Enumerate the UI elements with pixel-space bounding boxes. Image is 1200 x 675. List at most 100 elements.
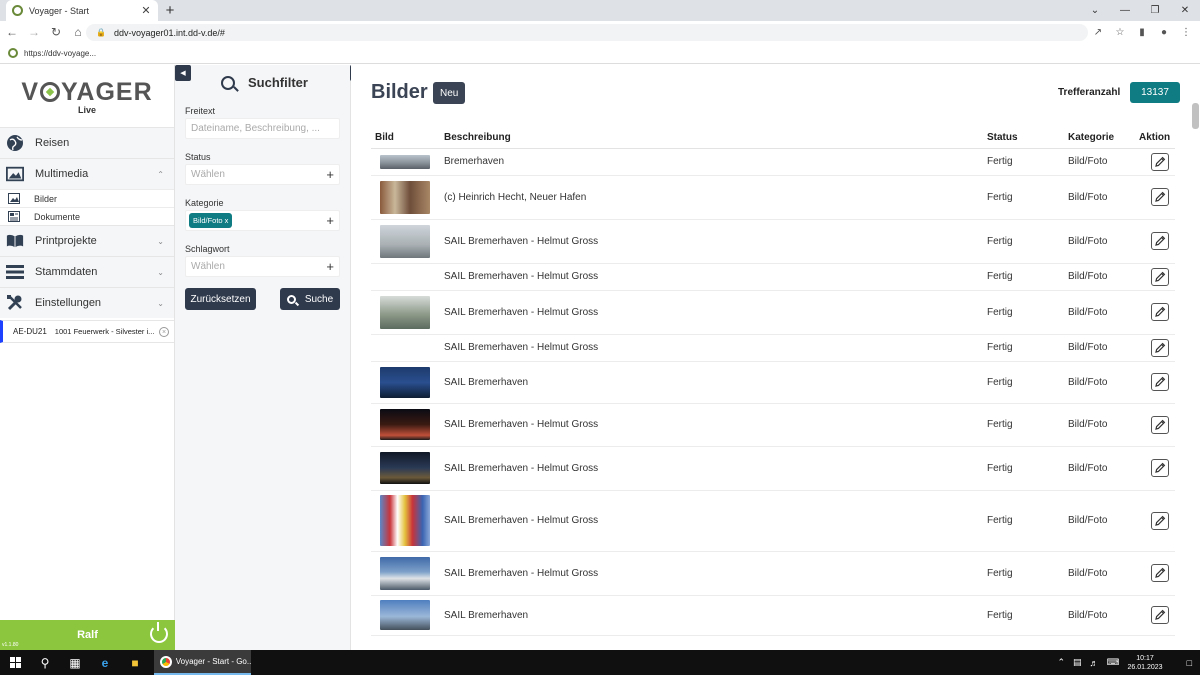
minimize-button[interactable]: — (1110, 0, 1140, 21)
add-icon[interactable]: + (326, 213, 334, 228)
bookmark-star-icon[interactable]: ☆ (1112, 23, 1128, 41)
thumbnail-image[interactable] (380, 556, 430, 590)
table-row[interactable]: SAIL Bremerhaven - Helmut Gross Fertig Bil… (371, 551, 1175, 596)
table-row[interactable]: SAIL Bremerhaven - Helmut Gross Fertig Bil… (371, 263, 1175, 291)
column-header-beschreibung[interactable]: Beschreibung (440, 128, 983, 149)
nav-item-multimedia[interactable]: Multimedia ⌃ (0, 158, 174, 189)
edit-icon[interactable] (1151, 564, 1169, 582)
thumbnail-image[interactable] (380, 495, 430, 546)
forward-icon[interactable]: → (24, 22, 44, 42)
column-header-status[interactable]: Status (983, 128, 1064, 149)
table-row[interactable]: SAIL Bremerhaven - Helmut Gross Fertig Bil… (371, 334, 1175, 362)
edit-icon[interactable] (1151, 232, 1169, 250)
taskbar-chrome-app[interactable]: Voyager - Start - Go... (154, 650, 251, 675)
table-row[interactable]: Bremerhaven Fertig Bild/Foto (371, 148, 1175, 176)
kategorie-select[interactable]: Bild/Foto x + (185, 210, 340, 231)
restore-button[interactable]: ❐ (1140, 0, 1170, 21)
network-icon[interactable]: ▤ (1073, 657, 1082, 668)
edit-icon[interactable] (1151, 152, 1169, 171)
table-row[interactable]: SAIL Bremerhaven Fertig Bild/Foto (371, 361, 1175, 404)
address-bar[interactable]: 🔒 ddv-voyager01.int.dd-v.de/# (86, 24, 1088, 41)
thumbnail-image[interactable] (380, 224, 430, 258)
clock[interactable]: 10:17 26.01.2023 (1128, 654, 1163, 672)
volume-icon[interactable]: ♬ (1090, 658, 1099, 668)
nav-item-printprojekte[interactable]: Printprojekte ⌄ (0, 225, 174, 256)
collapse-sidebar-button[interactable]: ◀ (175, 65, 191, 81)
keyboard-icon[interactable]: ⌨ (1107, 657, 1120, 668)
add-icon[interactable]: + (326, 259, 334, 274)
freitext-input[interactable]: Dateiname, Beschreibung, ... (185, 118, 340, 139)
add-icon[interactable]: + (326, 167, 334, 182)
status-cell: Fertig (983, 148, 1064, 176)
thumbnail-image[interactable] (380, 366, 430, 398)
column-header-kategorie[interactable]: Kategorie (1064, 128, 1135, 149)
column-header-bild[interactable]: Bild (371, 128, 440, 149)
taskbar-app-label: Voyager - Start - Go... (175, 657, 251, 666)
action-cell (1135, 551, 1175, 596)
tab-search-icon[interactable]: ⌄ (1080, 0, 1110, 21)
edit-icon[interactable] (1151, 303, 1169, 321)
back-icon[interactable]: ← (2, 22, 22, 42)
edit-icon[interactable] (1151, 606, 1169, 624)
toolbar-actions: ↗ ☆ ▮ ● ⋮ (1090, 23, 1194, 41)
nav-item-einstellungen[interactable]: Einstellungen ⌄ (0, 287, 174, 318)
tray-chevron-icon[interactable]: ⌃ (1057, 657, 1065, 668)
table-row[interactable]: SAIL Bremerhaven - Helmut Gross Fertig Bil… (371, 290, 1175, 335)
menu-kebab-icon[interactable]: ⋮ (1178, 23, 1194, 41)
search-button[interactable]: Suche (280, 288, 340, 310)
reset-button[interactable]: Zurücksetzen (185, 288, 256, 310)
bookmark-item[interactable]: https://ddv-voyage... (24, 49, 96, 58)
close-circle-icon[interactable]: × (159, 327, 169, 337)
task-view-icon[interactable]: ▦ (60, 650, 90, 675)
nav-subitem-bilder[interactable]: Bilder (0, 189, 174, 207)
edit-icon[interactable] (1151, 188, 1169, 206)
windows-start-icon[interactable] (0, 650, 30, 675)
thumbnail-image[interactable] (380, 154, 430, 169)
table-row[interactable]: SAIL Bremerhaven - Helmut Gross Fertig Bil… (371, 403, 1175, 447)
thumbnail-image[interactable] (380, 295, 430, 329)
user-name[interactable]: Ralf (77, 629, 98, 641)
edit-icon[interactable] (1151, 415, 1169, 434)
new-tab-button[interactable]: + (162, 2, 178, 19)
new-button[interactable]: Neu (433, 82, 466, 104)
edit-icon[interactable] (1151, 267, 1169, 286)
close-window-button[interactable]: ✕ (1170, 0, 1200, 21)
voyager-logo[interactable]: V YAGER Live (0, 65, 174, 127)
table-row[interactable]: SAIL Bremerhaven - Helmut Gross Fertig Bil… (371, 446, 1175, 491)
table-row[interactable]: SAIL Bremerhaven Fertig Bild/Foto (371, 595, 1175, 636)
notification-icon[interactable]: □ (1187, 658, 1192, 668)
browser-tab[interactable]: Voyager - Start ✕ (6, 0, 158, 21)
nav-item-reisen[interactable]: Reisen (0, 127, 174, 158)
home-icon[interactable]: ⌂ (68, 22, 88, 42)
thumbnail-image[interactable] (380, 600, 430, 630)
table-row[interactable]: SAIL Bremerhaven - Helmut Gross Fertig Bil… (371, 219, 1175, 264)
table-row[interactable]: SAIL Bremerhaven - Helmut Gross Fertig Bil… (371, 490, 1175, 552)
share-icon[interactable]: ↗ (1090, 23, 1106, 41)
reset-label: Zurücksetzen (190, 293, 251, 305)
status-select[interactable]: Wählen + (185, 164, 340, 185)
profile-avatar-icon[interactable]: ● (1156, 23, 1172, 41)
thumbnail-image[interactable] (380, 409, 430, 440)
nav-item-stammdaten[interactable]: Stammdaten ⌄ (0, 256, 174, 287)
edit-icon[interactable] (1151, 373, 1169, 391)
edge-browser-icon[interactable]: e (90, 650, 120, 675)
scrollbar[interactable] (1192, 103, 1199, 129)
power-icon[interactable] (150, 622, 168, 643)
thumbnail-image[interactable] (380, 452, 430, 484)
edit-icon[interactable] (1151, 459, 1169, 477)
open-project-entry[interactable]: AE-DU21 1001 Feuerwerk - Silvester i... … (0, 320, 174, 343)
action-cell (1135, 263, 1175, 291)
edit-icon[interactable] (1151, 511, 1169, 530)
nav-label: Einstellungen (35, 297, 102, 309)
file-explorer-icon[interactable]: ■ (120, 650, 150, 675)
tab-close-icon[interactable]: ✕ (140, 4, 152, 17)
kategorie-chip[interactable]: Bild/Foto x (189, 213, 233, 228)
edit-icon[interactable] (1151, 338, 1169, 357)
reload-icon[interactable]: ↻ (46, 22, 66, 42)
side-panel-icon[interactable]: ▮ (1134, 23, 1150, 41)
table-row[interactable]: (c) Heinrich Hecht, Neuer Hafen Fertig Bil… (371, 175, 1175, 220)
nav-subitem-dokumente[interactable]: Dokumente (0, 207, 174, 225)
thumbnail-image[interactable] (380, 180, 430, 214)
search-icon[interactable]: ⚲ (30, 650, 60, 675)
schlagwort-select[interactable]: Wählen + (185, 256, 340, 277)
